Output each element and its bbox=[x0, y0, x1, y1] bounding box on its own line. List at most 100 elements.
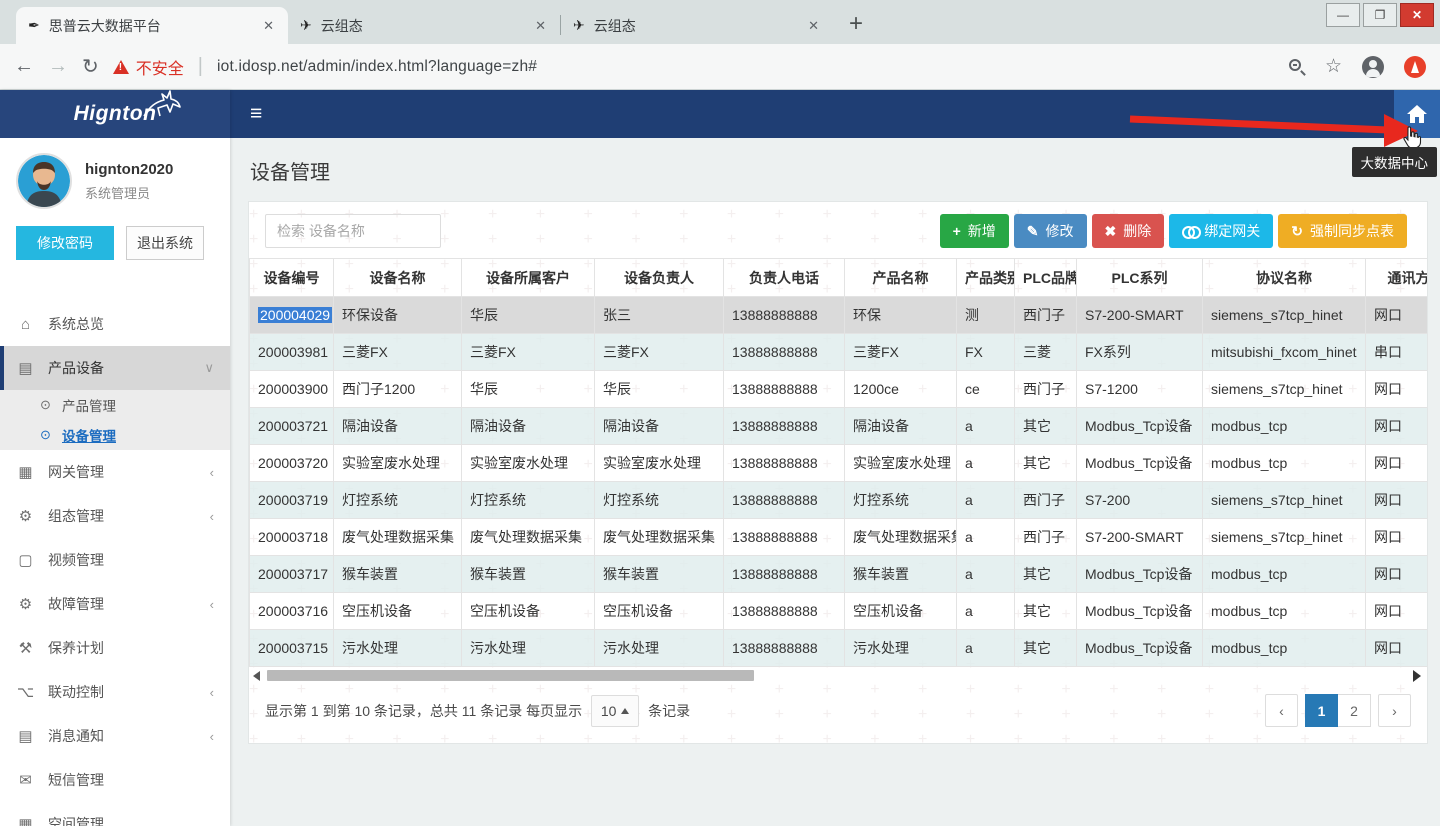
绑定网关-button[interactable]: 绑定网关 bbox=[1169, 214, 1273, 248]
sidebar-item-设备管理[interactable]: ⊙设备管理 bbox=[0, 420, 230, 450]
content-area: 设备管理 + + + + + + + + + + + + + + + + + +… bbox=[230, 138, 1440, 826]
table-cell: 西门子 bbox=[1015, 371, 1077, 408]
table-row[interactable]: 200004029环保设备华辰张三13888888888环保测西门子S7-200… bbox=[250, 297, 1428, 334]
pagination-page-2[interactable]: 2 bbox=[1338, 694, 1371, 727]
table-cell: 环保 bbox=[845, 297, 957, 334]
user-role: 系统管理员 bbox=[85, 183, 173, 202]
hamburger-menu-icon[interactable]: ≡ bbox=[250, 102, 262, 126]
tab-close-icon[interactable]: ✕ bbox=[261, 18, 276, 34]
sidebar-item-消息通知[interactable]: ▤消息通知‹ bbox=[0, 714, 230, 758]
table-row[interactable]: 200003981三菱FX三菱FX三菱FX13888888888三菱FXFX三菱… bbox=[250, 334, 1428, 371]
table-header-row: 设备编号设备名称设备所属客户设备负责人负责人电话产品名称产品类别PLC品牌PLC… bbox=[250, 259, 1428, 297]
sidebar-item-网关管理[interactable]: ▦网关管理‹ bbox=[0, 450, 230, 494]
browser-brand-icon[interactable] bbox=[1404, 56, 1426, 78]
forward-icon[interactable]: → bbox=[48, 55, 68, 78]
table-cell: 网口 bbox=[1366, 482, 1428, 519]
sidebar-item-产品设备[interactable]: ▤产品设备∨ bbox=[0, 346, 230, 390]
browser-profile-icon[interactable] bbox=[1362, 56, 1384, 78]
table-row[interactable]: 200003720实验室废水处理实验室废水处理实验室废水处理1388888888… bbox=[250, 445, 1428, 482]
change-password-button[interactable]: 修改密码 bbox=[16, 226, 114, 260]
sidebar-item-短信管理[interactable]: ✉短信管理 bbox=[0, 758, 230, 802]
table-cell: mitsubishi_fxcom_hinet bbox=[1203, 334, 1366, 371]
table-cell: 三菱FX bbox=[595, 334, 724, 371]
scroll-left-icon[interactable] bbox=[253, 671, 260, 681]
sidebar-item-产品管理[interactable]: ⊙产品管理 bbox=[0, 390, 230, 420]
tab-cloud-scada-1[interactable]: ✈ 云组态 ✕ bbox=[288, 7, 560, 44]
search-input[interactable] bbox=[265, 214, 441, 248]
sidebar-item-label: 系统总览 bbox=[48, 314, 214, 334]
sidebar-item-label: 短信管理 bbox=[48, 770, 214, 790]
sidebar-item-系统总览[interactable]: ⌂系统总览 bbox=[0, 302, 230, 346]
window-minimize-button[interactable]: — bbox=[1326, 3, 1360, 27]
sidebar-item-故障管理[interactable]: ⚙故障管理‹ bbox=[0, 582, 230, 626]
table-cell: 隔油设备 bbox=[595, 408, 724, 445]
chevron-down-icon: ∨ bbox=[204, 360, 214, 376]
horizontal-scrollbar[interactable] bbox=[253, 669, 1423, 682]
table-row[interactable]: 200003900西门子1200华辰华辰138888888881200cece西… bbox=[250, 371, 1428, 408]
table-cell: a bbox=[957, 482, 1015, 519]
new-tab-button[interactable]: + bbox=[849, 12, 863, 36]
table-cell: 13888888888 bbox=[724, 519, 845, 556]
强制同步点表-button[interactable]: ↻强制同步点表 bbox=[1278, 214, 1407, 248]
tab-close-icon[interactable]: ✕ bbox=[533, 18, 548, 34]
window-restore-button[interactable]: ❐ bbox=[1363, 3, 1397, 27]
sidebar-item-保养计划[interactable]: ⚒保养计划 bbox=[0, 626, 230, 670]
table-cell: modbus_tcp bbox=[1203, 593, 1366, 630]
tab-dataplatform[interactable]: ✒ 思普云大数据平台 ✕ bbox=[16, 7, 288, 44]
warning-icon bbox=[113, 60, 129, 74]
table-cell: 废气处理数据采集 bbox=[845, 519, 957, 556]
home-button[interactable] bbox=[1394, 90, 1440, 138]
table-row[interactable]: 200003718废气处理数据采集废气处理数据采集废气处理数据采集1388888… bbox=[250, 519, 1428, 556]
column-header: 设备负责人 bbox=[595, 259, 724, 297]
page-size-select[interactable]: 10 bbox=[591, 695, 639, 727]
table-cell: 废气处理数据采集 bbox=[334, 519, 462, 556]
sidebar-item-联动控制[interactable]: ⌥联动控制‹ bbox=[0, 670, 230, 714]
back-icon[interactable]: ← bbox=[14, 55, 34, 78]
table-cell: 实验室废水处理 bbox=[845, 445, 957, 482]
top-navbar: ≡ bbox=[230, 90, 1440, 138]
scrollbar-thumb[interactable] bbox=[267, 670, 754, 681]
sidebar-item-空间管理[interactable]: ▦空间管理 bbox=[0, 802, 230, 826]
window-close-button[interactable]: ✕ bbox=[1400, 3, 1434, 27]
table-cell: a bbox=[957, 630, 1015, 667]
selected-device-id: 200004029 bbox=[258, 307, 332, 323]
table-cell: 灯控系统 bbox=[462, 482, 595, 519]
table-row[interactable]: 200003716空压机设备空压机设备空压机设备13888888888空压机设备… bbox=[250, 593, 1428, 630]
bookmark-star-icon[interactable]: ☆ bbox=[1325, 55, 1342, 78]
tab-cloud-scada-2[interactable]: ✈ 云组态 ✕ bbox=[561, 7, 833, 44]
zoom-out-icon[interactable] bbox=[1289, 59, 1305, 75]
plus-icon: + bbox=[953, 223, 961, 239]
table-cell: 华辰 bbox=[462, 297, 595, 334]
plane-favicon-icon: ✈ bbox=[300, 17, 312, 34]
device-panel: + + + + + + + + + + + + + + + + + + + + … bbox=[248, 201, 1428, 744]
pagination-page-1[interactable]: 1 bbox=[1305, 694, 1338, 727]
url-field[interactable]: iot.idosp.net/admin/index.html?language=… bbox=[217, 58, 1275, 76]
security-status[interactable]: 不安全 bbox=[113, 55, 184, 79]
reload-icon[interactable]: ↻ bbox=[82, 54, 99, 79]
table-cell: 其它 bbox=[1015, 630, 1077, 667]
logout-button[interactable]: 退出系统 bbox=[126, 226, 204, 260]
删除-button[interactable]: ✖删除 bbox=[1092, 214, 1165, 248]
pagination-next[interactable]: › bbox=[1378, 694, 1411, 727]
sidebar-item-组态管理[interactable]: ⚙组态管理‹ bbox=[0, 494, 230, 538]
table-row[interactable]: 200003717猴车装置猴车装置猴车装置13888888888猴车装置a其它M… bbox=[250, 556, 1428, 593]
table-cell: 网口 bbox=[1366, 371, 1428, 408]
修改-button[interactable]: ✎修改 bbox=[1014, 214, 1087, 248]
table-row[interactable]: 200003715污水处理污水处理污水处理13888888888污水处理a其它M… bbox=[250, 630, 1428, 667]
tab-close-icon[interactable]: ✕ bbox=[806, 18, 821, 34]
scroll-right-icon[interactable] bbox=[1413, 670, 1421, 682]
table-cell: 其它 bbox=[1015, 556, 1077, 593]
sidebar-item-label: 产品管理 bbox=[62, 395, 214, 415]
sidebar-item-视频管理[interactable]: ▢视频管理 bbox=[0, 538, 230, 582]
pen-favicon-icon: ✒ bbox=[28, 17, 40, 34]
gears-icon: ⚙ bbox=[16, 507, 35, 525]
table-row[interactable]: 200003719灯控系统灯控系统灯控系统13888888888灯控系统a西门子… bbox=[250, 482, 1428, 519]
pagination-prev[interactable]: ‹ bbox=[1265, 694, 1298, 727]
toolbar-button-label: 修改 bbox=[1046, 221, 1074, 241]
sidebar-item-label: 消息通知 bbox=[48, 726, 197, 746]
新增-button[interactable]: +新增 bbox=[940, 214, 1009, 248]
logo-block: Hignton bbox=[0, 90, 230, 138]
column-header: 产品类别 bbox=[957, 259, 1015, 297]
table-row[interactable]: 200003721隔油设备隔油设备隔油设备13888888888隔油设备a其它M… bbox=[250, 408, 1428, 445]
column-header: 通讯方式 bbox=[1366, 259, 1428, 297]
